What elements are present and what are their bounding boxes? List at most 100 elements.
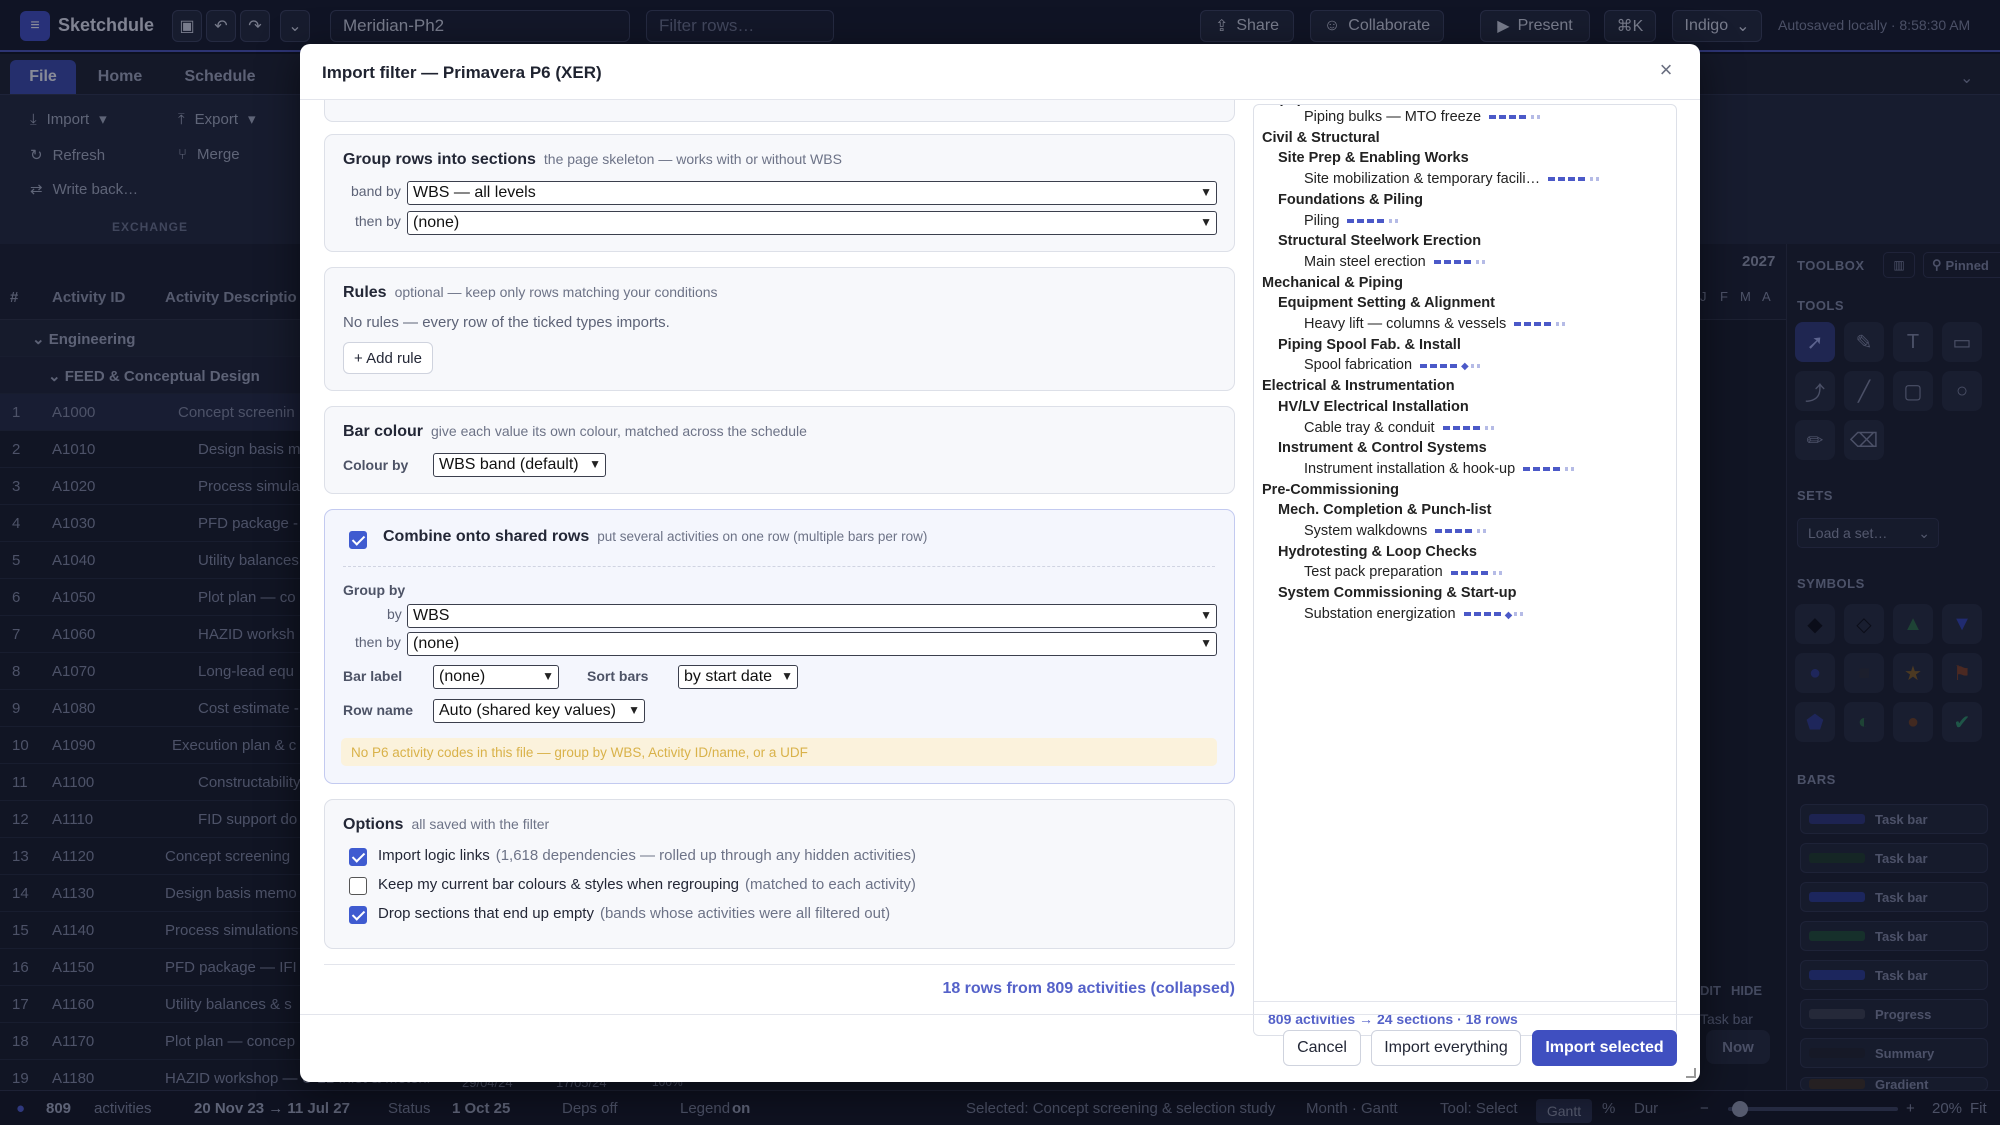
row-name-select[interactable]: Auto (shared key values) ▼: [433, 699, 645, 723]
preview-section: Electrical & Instrumentation: [1262, 378, 1455, 395]
preview-bar: [1442, 425, 1483, 430]
dialog-footer: [300, 1014, 1700, 1015]
preview-bar: [1433, 260, 1474, 265]
preview-bar-tail: [1470, 363, 1483, 368]
chevron-down-icon: ▼: [781, 669, 793, 683]
by-label: by: [387, 606, 402, 622]
preview-partial-row: (…): [1278, 105, 1302, 107]
chevron-down-icon: ▼: [628, 703, 640, 717]
preview-bar-tail: [1565, 467, 1578, 472]
preview-bar-tail: [1556, 322, 1569, 327]
then-by-select[interactable]: (none) ▼: [407, 211, 1217, 235]
preview-row: Cable tray & conduit: [1304, 420, 1497, 436]
import-everything-button[interactable]: Import everything: [1371, 1030, 1521, 1066]
add-rule-button[interactable]: + Add rule: [343, 342, 433, 374]
option-label[interactable]: Keep my current bar colours & styles whe…: [378, 876, 916, 893]
preview-bar-tail: [1477, 529, 1490, 534]
preview-subsection: Equipment Setting & Alignment: [1278, 295, 1495, 312]
chevron-down-icon: ▼: [589, 457, 601, 471]
combine-rows-title: Combine onto shared rows put several acti…: [383, 528, 928, 545]
option-checkbox[interactable]: [349, 848, 367, 866]
option-checkbox[interactable]: [349, 877, 367, 895]
preview-bar: [1523, 467, 1564, 472]
cancel-button[interactable]: Cancel: [1283, 1030, 1361, 1066]
colour-by-label: Colour by: [343, 457, 409, 473]
combine-rows-card: Combine onto shared rows put several acti…: [324, 509, 1235, 784]
rows-summary: 18 rows from 809 activities (collapsed): [942, 980, 1235, 997]
rules-card: Rules optional — keep only rows matching …: [324, 267, 1235, 391]
bar-colour-title: Bar colour give each value its own colour…: [343, 423, 807, 440]
preview-row: System walkdowns: [1304, 523, 1490, 539]
band-by-select[interactable]: WBS — all levels ▼: [407, 181, 1217, 205]
resize-handle-icon[interactable]: [1686, 1068, 1696, 1078]
options-title: Options all saved with the filter: [343, 816, 550, 833]
import-filter-dialog: Import filter — Primavera P6 (XER) × Gro…: [300, 44, 1700, 1082]
group-rows-title: Group rows into sections the page skeleto…: [343, 151, 842, 168]
close-icon[interactable]: ×: [1652, 56, 1680, 84]
then-by-label: then by: [355, 213, 401, 229]
preview-bar-tail: [1531, 115, 1544, 120]
option-label[interactable]: Import logic links (1,618 dependencies — …: [378, 847, 916, 864]
preview-bar: [1548, 177, 1589, 182]
bar-label-select[interactable]: (none) ▼: [433, 665, 559, 689]
combine-rows-checkbox[interactable]: [349, 531, 367, 549]
preview-subsection: Instrument & Control Systems: [1278, 440, 1487, 457]
import-selected-button[interactable]: Import selected: [1532, 1030, 1677, 1066]
preview-panel[interactable]: Piping bulks — MTO freeze Civil & Structu…: [1253, 104, 1677, 1036]
sort-bars-label: Sort bars: [587, 668, 649, 684]
preview-bar-tail: [1484, 425, 1497, 430]
preview-section: Civil & Structural: [1262, 129, 1380, 146]
chevron-down-icon: ▼: [1200, 636, 1212, 650]
preview-bar: [1450, 570, 1491, 575]
preview-bar: [1463, 611, 1504, 616]
preview-subsection: Hydrotesting & Loop Checks: [1278, 543, 1477, 560]
preview-bar: [1514, 322, 1555, 327]
preview-bar-tail: [1475, 260, 1488, 265]
preview-subsection: Piping Spool Fab. & Install: [1278, 336, 1461, 353]
chevron-down-icon: ▼: [542, 669, 554, 683]
option-checkbox[interactable]: [349, 906, 367, 924]
combine-then-by-select[interactable]: (none) ▼: [407, 632, 1217, 656]
group-by-label: Group by: [343, 582, 406, 598]
preview-subsection: System Commissioning & Start-up: [1278, 585, 1517, 602]
preview-section: Mechanical & Piping: [1262, 274, 1403, 291]
preview-row: Substation energization ◆: [1304, 606, 1527, 622]
preview-subsection: Site Prep & Enabling Works: [1278, 150, 1469, 167]
options-card: Options all saved with the filter Import …: [324, 799, 1235, 949]
milestone-diamond-icon: ◆: [1504, 609, 1513, 621]
row-name-label: Row name: [343, 702, 414, 718]
preview-bar: [1347, 218, 1388, 223]
preview-row: Instrument installation & hook-up: [1304, 461, 1578, 477]
colour-by-select[interactable]: WBS band (default) ▼: [433, 453, 606, 477]
divider: [343, 566, 1215, 567]
sort-bars-select[interactable]: by start date ▼: [678, 665, 798, 689]
no-activity-codes-warning: No P6 activity codes in this file — grou…: [341, 738, 1217, 766]
preview-row: Test pack preparation: [1304, 564, 1505, 580]
preview-bar: [1420, 363, 1461, 368]
preview-subsection: HV/LV Electrical Installation: [1278, 398, 1469, 415]
preview-section: Pre-Commissioning: [1262, 481, 1399, 498]
preview-bar-tail: [1492, 570, 1505, 575]
preview-subsection: Mech. Completion & Punch-list: [1278, 502, 1492, 519]
option-label[interactable]: Drop sections that end up empty (bands wh…: [378, 905, 890, 922]
preview-bar-tail: [1389, 218, 1402, 223]
bar-label-label: Bar label: [343, 668, 403, 684]
chevron-down-icon: ▼: [1200, 608, 1212, 622]
preview-row: Piping bulks — MTO freeze: [1304, 109, 1544, 125]
bar-colour-card: Bar colour give each value its own colour…: [324, 406, 1235, 494]
preview-row: Spool fabrication ◆: [1304, 357, 1483, 373]
rules-title: Rules optional — keep only rows matching …: [343, 284, 718, 301]
preview-bar: [1489, 115, 1530, 120]
preview-bar-tail: [1514, 611, 1527, 616]
preview-row: Piling: [1304, 213, 1402, 229]
preview-row: Site mobilization & temporary facili…: [1304, 171, 1603, 187]
preview-row: Main steel erection: [1304, 254, 1488, 270]
preview-subsection: Structural Steelwork Erection: [1278, 233, 1482, 250]
combine-by-select[interactable]: WBS ▼: [407, 604, 1217, 628]
group-rows-card: Group rows into sections the page skeleto…: [324, 134, 1235, 252]
preview-subsection: Foundations & Piling: [1278, 191, 1423, 208]
rules-empty-text: No rules — every row of the ticked types…: [343, 314, 670, 331]
chevron-down-icon: ▼: [1200, 215, 1212, 229]
filter-settings-scroll[interactable]: Group rows into sections the page skeleto…: [300, 100, 1245, 1052]
preview-row: Heavy lift — columns & vessels: [1304, 316, 1569, 332]
